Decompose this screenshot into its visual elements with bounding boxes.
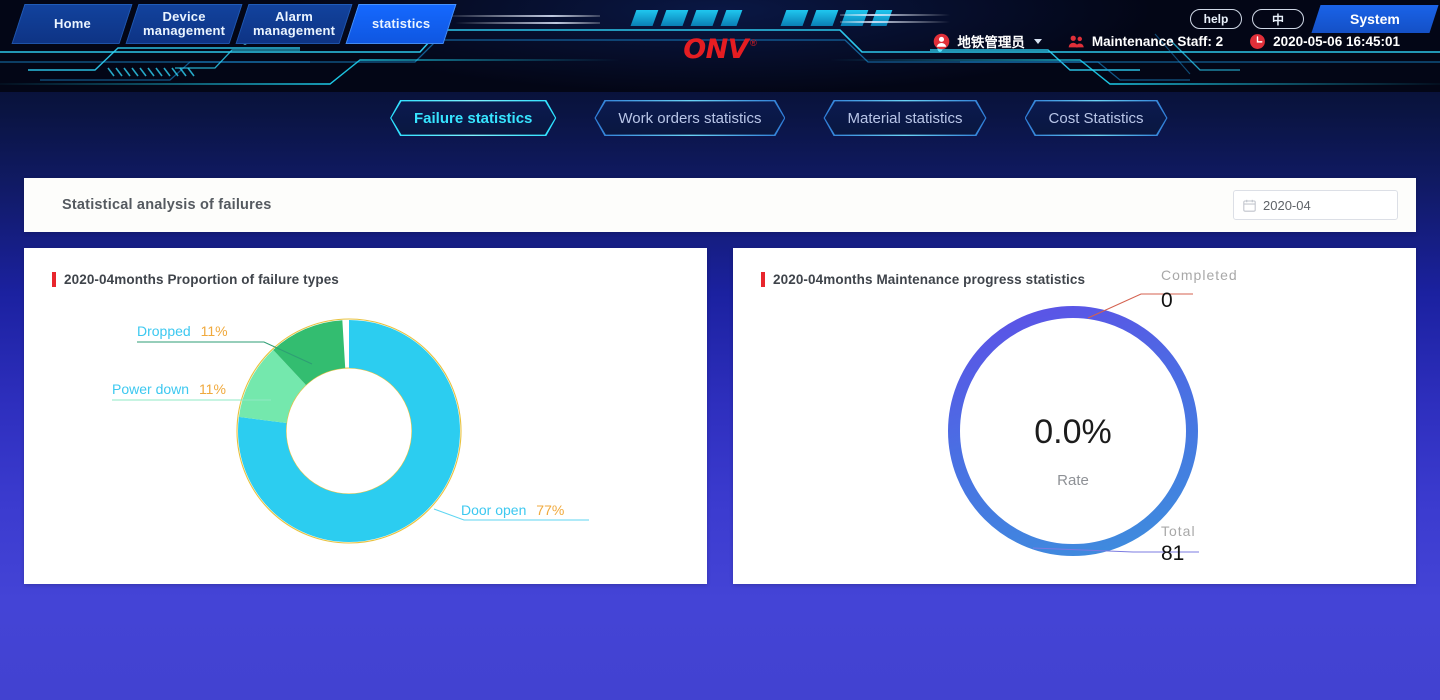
- clock-icon: [1250, 33, 1266, 49]
- nav-tab-device-management[interactable]: Device management: [125, 4, 243, 44]
- subtab-work-orders-statistics[interactable]: Work orders statistics: [594, 100, 785, 136]
- subtab-material-statistics[interactable]: Material statistics: [823, 100, 986, 136]
- month-date-picker[interactable]: 2020-04: [1233, 190, 1398, 220]
- onv-logo: ONV ®: [683, 34, 757, 65]
- user-avatar-icon: [934, 33, 950, 49]
- subtab-work-orders-statistics-label: Work orders statistics: [618, 109, 762, 127]
- label-power-down: Power down 11%: [112, 381, 226, 397]
- subtab-cost-statistics-label: Cost Statistics: [1048, 109, 1144, 127]
- annotation-completed-label: Completed: [1161, 267, 1238, 283]
- page-title: Statistical analysis of failures: [62, 197, 272, 213]
- datetime-label: 2020-05-06 16:45:01: [1273, 33, 1400, 49]
- gauge-center-label: Rate: [1057, 472, 1089, 489]
- label-door-open: Door open 77%: [461, 502, 564, 518]
- help-button[interactable]: help: [1190, 9, 1242, 29]
- maintenance-progress-gauge[interactable]: 0.0% Rate Completed 0 Total 81: [733, 248, 1416, 584]
- label-power-down-pct: 11%: [199, 381, 226, 397]
- header-actions: help 中 System: [1190, 5, 1439, 33]
- label-door-open-name: Door open: [461, 502, 526, 518]
- help-button-label: help: [1203, 12, 1229, 26]
- subtab-failure-statistics-label: Failure statistics: [414, 109, 533, 127]
- language-toggle-button[interactable]: 中: [1252, 9, 1304, 29]
- calendar-icon: [1243, 199, 1256, 212]
- onv-logo-text: ONV: [683, 34, 749, 65]
- label-dropped: Dropped 11%: [137, 323, 228, 339]
- annotation-total-label: Total: [1161, 523, 1196, 539]
- annotation-total-value: 81: [1161, 542, 1184, 565]
- label-dropped-name: Dropped: [137, 323, 191, 339]
- donut-inner-guide-ring: [285, 367, 413, 495]
- user-name-label: 地铁管理员: [957, 35, 1025, 50]
- registered-trademark-icon: ®: [750, 38, 757, 48]
- label-dropped-pct: 11%: [201, 323, 228, 339]
- statistics-subtabs: Failure statistics Work orders statistic…: [390, 100, 1168, 136]
- label-door-open-pct: 77%: [536, 502, 564, 518]
- people-group-icon: [1068, 35, 1084, 47]
- system-button-label: System: [1350, 11, 1400, 27]
- nav-tab-device-management-label: Device management: [142, 9, 226, 38]
- maintenance-staff-status: Maintenance Staff: 2: [1068, 33, 1223, 50]
- user-menu[interactable]: 地铁管理员: [933, 31, 1042, 51]
- datetime-status: 2020-05-06 16:45:01: [1249, 33, 1400, 50]
- language-toggle-label: 中: [1271, 12, 1284, 27]
- annotation-completed-value: 0: [1161, 289, 1173, 312]
- nav-tab-home-label: Home: [53, 16, 91, 31]
- gauge-center-value: 0.0%: [1034, 413, 1112, 451]
- nav-tab-home[interactable]: Home: [11, 4, 133, 44]
- system-button[interactable]: System: [1311, 5, 1439, 33]
- main-navigation: Home Device management Alarm management …: [11, 4, 457, 44]
- header-status-row: 地铁管理员 Maintenance Staff: 2 2020-05-06 16…: [933, 31, 1400, 51]
- maintenance-staff-label: Maintenance Staff: 2: [1091, 33, 1224, 49]
- statistics-panel-header: Statistical analysis of failures 2020-04: [24, 178, 1416, 232]
- month-date-picker-value: 2020-04: [1263, 197, 1311, 213]
- failure-types-card: 2020-04months Proportion of failure type…: [24, 248, 707, 584]
- failure-types-donut-chart[interactable]: Dropped 11% Power down 11% Door open 77%: [24, 248, 707, 584]
- statistics-cards: 2020-04months Proportion of failure type…: [24, 248, 1416, 584]
- subtab-failure-statistics[interactable]: Failure statistics: [390, 100, 556, 136]
- nav-tab-statistics[interactable]: statistics: [345, 4, 457, 44]
- nav-tab-alarm-management[interactable]: Alarm management: [235, 4, 353, 44]
- app-header: Home Device management Alarm management …: [0, 0, 1440, 92]
- chevron-down-icon: [1033, 38, 1042, 44]
- nav-tab-statistics-label: statistics: [371, 16, 431, 31]
- label-power-down-name: Power down: [112, 381, 189, 397]
- nav-tab-alarm-management-label: Alarm management: [252, 9, 336, 38]
- subtab-cost-statistics[interactable]: Cost Statistics: [1025, 100, 1168, 136]
- maintenance-progress-card: 2020-04months Maintenance progress stati…: [733, 248, 1416, 584]
- subtab-material-statistics-label: Material statistics: [847, 109, 963, 127]
